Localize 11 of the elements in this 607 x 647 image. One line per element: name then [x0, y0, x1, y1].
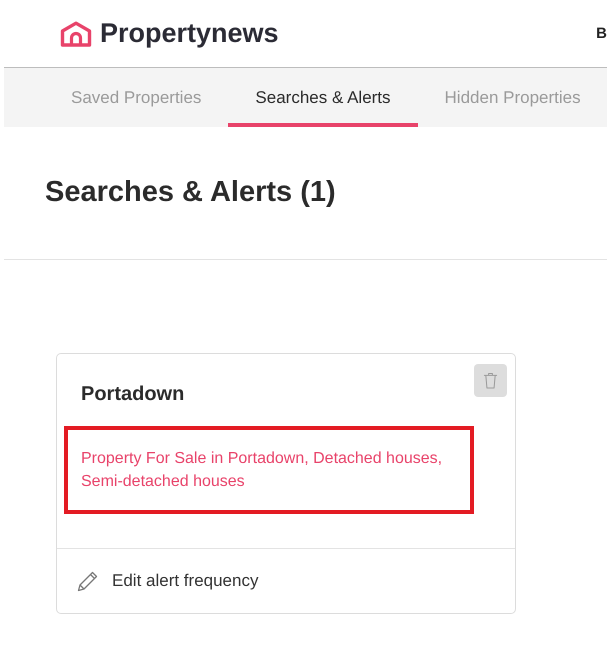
alert-name: Portadown — [81, 382, 184, 406]
page-title: Searches & Alerts (1) — [45, 175, 336, 210]
pencil-icon — [77, 570, 99, 592]
nav-link[interactable]: B — [596, 25, 607, 42]
house-icon — [60, 20, 92, 46]
trash-icon — [483, 372, 498, 389]
logo-link[interactable]: Propertynews — [60, 18, 279, 49]
delete-button[interactable] — [474, 364, 507, 397]
tab[interactable]: Searches & Alerts — [228, 68, 418, 127]
search-link[interactable]: Property For Sale in Portadown, Detached houses, Semi-detached houses — [81, 447, 460, 493]
edit-frequency-button[interactable]: Edit alert frequency — [77, 570, 258, 592]
